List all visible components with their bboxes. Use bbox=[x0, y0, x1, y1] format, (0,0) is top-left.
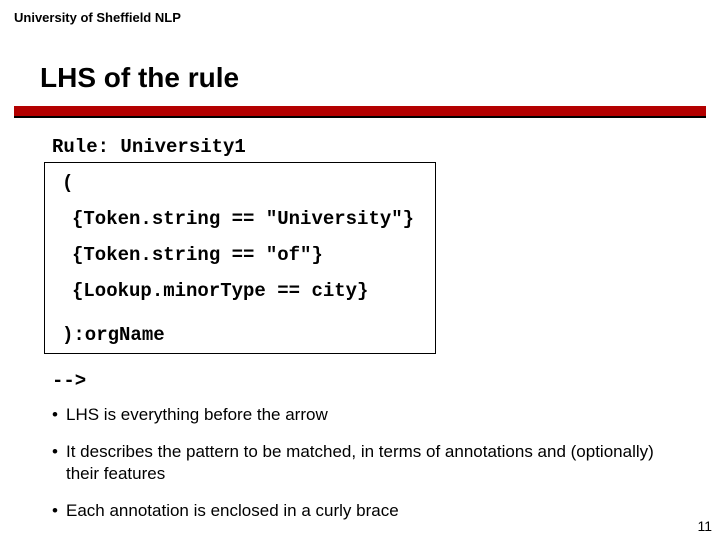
code-line-arrow: --> bbox=[52, 370, 86, 392]
bullet-item: • LHS is everything before the arrow bbox=[52, 404, 672, 425]
code-line-rule: Rule: University1 bbox=[52, 136, 246, 158]
bullet-text: Each annotation is enclosed in a curly b… bbox=[66, 500, 672, 521]
page-number: 11 bbox=[697, 518, 712, 534]
bullet-item: • Each annotation is enclosed in a curly… bbox=[52, 500, 672, 521]
bullet-item: • It describes the pattern to be matched… bbox=[52, 441, 672, 484]
bullet-text: It describes the pattern to be matched, … bbox=[66, 441, 672, 484]
code-line-open-paren: ( bbox=[62, 172, 73, 194]
header-org: University of Sheffield NLP bbox=[14, 10, 181, 25]
title-underline-bar bbox=[14, 106, 706, 116]
slide-title: LHS of the rule bbox=[40, 62, 239, 94]
bullet-text: LHS is everything before the arrow bbox=[66, 404, 672, 425]
bullet-dot-icon: • bbox=[52, 404, 66, 425]
bullet-dot-icon: • bbox=[52, 441, 66, 462]
code-line-close-paren-label: ):orgName bbox=[62, 324, 165, 346]
bullet-dot-icon: • bbox=[52, 500, 66, 521]
bullet-list: • LHS is everything before the arrow • I… bbox=[52, 404, 672, 537]
code-line-lookup-city: {Lookup.minorType == city} bbox=[72, 280, 368, 302]
code-line-token-of: {Token.string == "of"} bbox=[72, 244, 323, 266]
code-line-token-university: {Token.string == "University"} bbox=[72, 208, 414, 230]
